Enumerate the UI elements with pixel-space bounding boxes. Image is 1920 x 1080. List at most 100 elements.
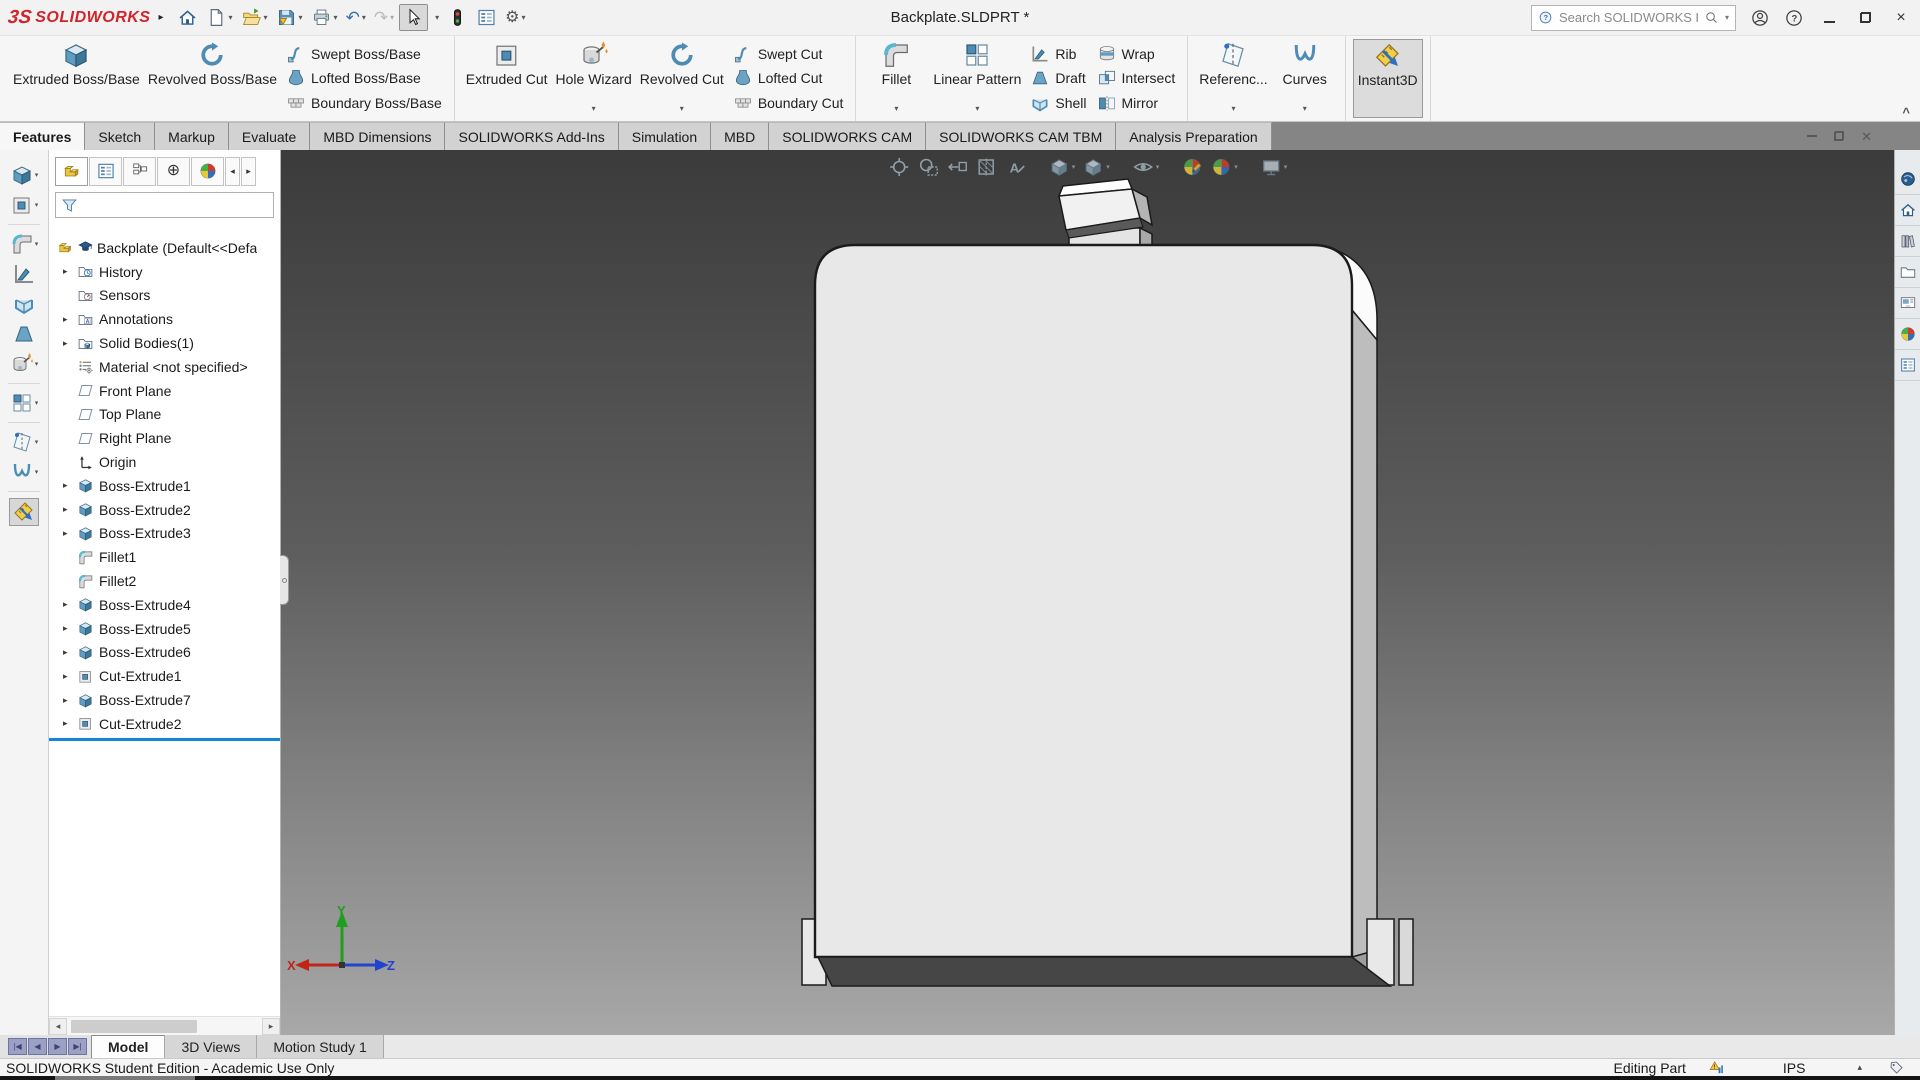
- unit-caret-icon[interactable]: ▴: [1857, 1062, 1862, 1073]
- first-tab-button[interactable]: |◀: [8, 1038, 27, 1055]
- tab-model[interactable]: Model: [91, 1035, 166, 1058]
- select-tool-button[interactable]: [399, 4, 429, 31]
- graphics-viewport[interactable]: ▾ ▾ ▾ ▾ ▾ Y X Z: [281, 150, 1894, 1035]
- tab-3d-views[interactable]: 3D Views: [165, 1035, 258, 1058]
- extruded-boss-base-button[interactable]: Extruded Boss/Base: [9, 39, 144, 118]
- chevron-down-icon[interactable]: ▾: [894, 101, 898, 118]
- custom-properties-button[interactable]: [1894, 350, 1920, 381]
- boundary-cut-button[interactable]: Boundary Cut: [730, 91, 847, 115]
- mirror-button[interactable]: Mirror: [1094, 91, 1179, 115]
- previous-tab-button[interactable]: ◀: [28, 1038, 47, 1055]
- tree-item-boss-extrude2[interactable]: ▸ Boss-Extrude2: [49, 498, 280, 522]
- tree-item-front-plane[interactable]: ▸Front Plane: [49, 379, 280, 403]
- tree-item-boss-extrude5[interactable]: ▸ Boss-Extrude5: [49, 617, 280, 641]
- help-button[interactable]: [1784, 8, 1804, 28]
- expand-arrow-icon[interactable]: ▸: [63, 480, 77, 491]
- intersect-button[interactable]: Intersect: [1094, 66, 1179, 90]
- reference-geometry-shortcut-button[interactable]: ▾: [8, 429, 41, 455]
- rollback-bar[interactable]: [49, 737, 280, 741]
- expand-arrow-icon[interactable]: ▸: [63, 314, 77, 325]
- boundary-boss-base-button[interactable]: Boundary Boss/Base: [283, 91, 445, 115]
- tab-simulation[interactable]: Simulation: [618, 122, 712, 150]
- tab-motion-study-1[interactable]: Motion Study 1: [257, 1035, 384, 1058]
- tree-item-origin[interactable]: ▸Origin: [49, 450, 280, 474]
- design-library-button[interactable]: [1894, 226, 1920, 257]
- tree-item-boss-extrude7[interactable]: ▸ Boss-Extrude7: [49, 688, 280, 712]
- tree-item-fillet2[interactable]: ▸Fillet2: [49, 569, 280, 593]
- tab-mbd[interactable]: MBD: [711, 122, 770, 150]
- rib-shortcut-button[interactable]: [10, 261, 38, 287]
- expand-arrow-icon[interactable]: ▸: [63, 528, 77, 539]
- tree-item-material[interactable]: ▸Material <not specified>: [49, 355, 280, 379]
- file-explorer-button[interactable]: [1894, 257, 1920, 288]
- extruded-boss-shortcut-button[interactable]: ▾: [8, 162, 41, 188]
- appearances-scenes-button[interactable]: [1894, 319, 1920, 350]
- wrap-button[interactable]: Wrap: [1094, 42, 1179, 66]
- scroll-right-icon[interactable]: ▸: [262, 1017, 280, 1035]
- tree-item-solid-bodies[interactable]: ▸ Solid Bodies(1): [49, 331, 280, 355]
- linear-pattern-button[interactable]: Linear Pattern ▾: [929, 39, 1025, 118]
- tab-solidworks-cam-tbm[interactable]: SOLIDWORKS CAM TBM: [926, 122, 1117, 150]
- model-backplate[interactable]: [281, 150, 1894, 1035]
- minimize-button[interactable]: [1818, 10, 1840, 26]
- performance-button[interactable]: [444, 5, 471, 30]
- reference-geometry-button[interactable]: Referenc... ▾: [1195, 39, 1271, 118]
- tree-item-history[interactable]: ▸ History: [49, 260, 280, 284]
- rib-button[interactable]: Rib: [1027, 42, 1089, 66]
- undo-button[interactable]: ↶ ▾: [343, 7, 369, 28]
- tab-evaluate[interactable]: Evaluate: [228, 122, 311, 150]
- user-account-button[interactable]: [1750, 8, 1770, 28]
- ribbon-collapse-button[interactable]: ^: [1902, 105, 1910, 120]
- tree-item-boss-extrude1[interactable]: ▸ Boss-Extrude1: [49, 474, 280, 498]
- extruded-cut-button[interactable]: Extruded Cut: [462, 39, 552, 118]
- instant3d-shortcut-button[interactable]: [9, 498, 39, 526]
- home-button[interactable]: [174, 5, 201, 30]
- tree-item-annotations[interactable]: ▸ Annotations: [49, 307, 280, 331]
- tree-item-boss-extrude4[interactable]: ▸ Boss-Extrude4: [49, 593, 280, 617]
- 3dexperience-button[interactable]: [1894, 164, 1920, 195]
- hole-wizard-button[interactable]: Hole Wizard ▾: [552, 39, 636, 118]
- select-tool-dropdown[interactable]: ▾: [430, 11, 442, 24]
- tab-sketch[interactable]: Sketch: [85, 122, 156, 150]
- lofted-boss-base-button[interactable]: Lofted Boss/Base: [283, 66, 445, 90]
- curves-shortcut-button[interactable]: ▾: [8, 459, 41, 485]
- tab-analysis-preparation[interactable]: Analysis Preparation: [1116, 122, 1272, 150]
- search-input[interactable]: Search SOLIDWORKS Help ▾: [1531, 4, 1736, 31]
- unit-system-selector[interactable]: IPS: [1783, 1060, 1806, 1076]
- child-minimize-icon[interactable]: [1807, 135, 1818, 137]
- tree-item-boss-extrude3[interactable]: ▸ Boss-Extrude3: [49, 522, 280, 546]
- swept-cut-button[interactable]: Swept Cut: [730, 42, 847, 66]
- curves-button[interactable]: Curves ▾: [1272, 39, 1338, 118]
- property-manager-tab[interactable]: [89, 156, 122, 186]
- display-pane-button[interactable]: [473, 5, 500, 30]
- expand-arrow-icon[interactable]: ▸: [63, 671, 77, 682]
- hole-wizard-shortcut-button[interactable]: ▾: [8, 351, 41, 377]
- tree-item-fillet1[interactable]: ▸Fillet1: [49, 545, 280, 569]
- home-tab-button[interactable]: [1894, 195, 1920, 226]
- search-dropdown-icon[interactable]: ▾: [1725, 13, 1729, 22]
- tag-icon[interactable]: [1888, 1060, 1904, 1076]
- tab-scroll-left-button[interactable]: ◂: [225, 156, 240, 186]
- lofted-cut-button[interactable]: Lofted Cut: [730, 66, 847, 90]
- last-tab-button[interactable]: ▶|: [68, 1038, 87, 1055]
- tab-mbd-dimensions[interactable]: MBD Dimensions: [310, 122, 446, 150]
- chevron-down-icon[interactable]: ▾: [1303, 101, 1307, 118]
- revolved-boss-base-button[interactable]: Revolved Boss/Base: [144, 39, 281, 118]
- fillet-shortcut-button[interactable]: ▾: [8, 231, 41, 257]
- chevron-down-icon[interactable]: ▾: [975, 101, 979, 118]
- tab-solidworks-add-ins[interactable]: SOLIDWORKS Add-Ins: [445, 122, 619, 150]
- tab-markup[interactable]: Markup: [155, 122, 229, 150]
- expand-arrow-icon[interactable]: ▸: [63, 504, 77, 515]
- expand-arrow-icon[interactable]: ▸: [63, 695, 77, 706]
- expand-arrow-icon[interactable]: ▸: [63, 623, 77, 634]
- scrollbar-thumb[interactable]: [71, 1019, 197, 1033]
- child-restore-icon[interactable]: [1834, 131, 1845, 141]
- shell-shortcut-button[interactable]: [10, 291, 38, 317]
- expand-arrow-icon[interactable]: ▸: [63, 338, 77, 349]
- options-button[interactable]: ⚙ ▾: [502, 8, 528, 28]
- rebuild-status-icon[interactable]: [1708, 1059, 1725, 1076]
- swept-boss-base-button[interactable]: Swept Boss/Base: [283, 42, 445, 66]
- revolved-cut-button[interactable]: Revolved Cut ▾: [636, 39, 728, 118]
- close-button[interactable]: ×: [1890, 9, 1912, 27]
- tree-item-cut-extrude2[interactable]: ▸ Cut-Extrude2: [49, 712, 280, 736]
